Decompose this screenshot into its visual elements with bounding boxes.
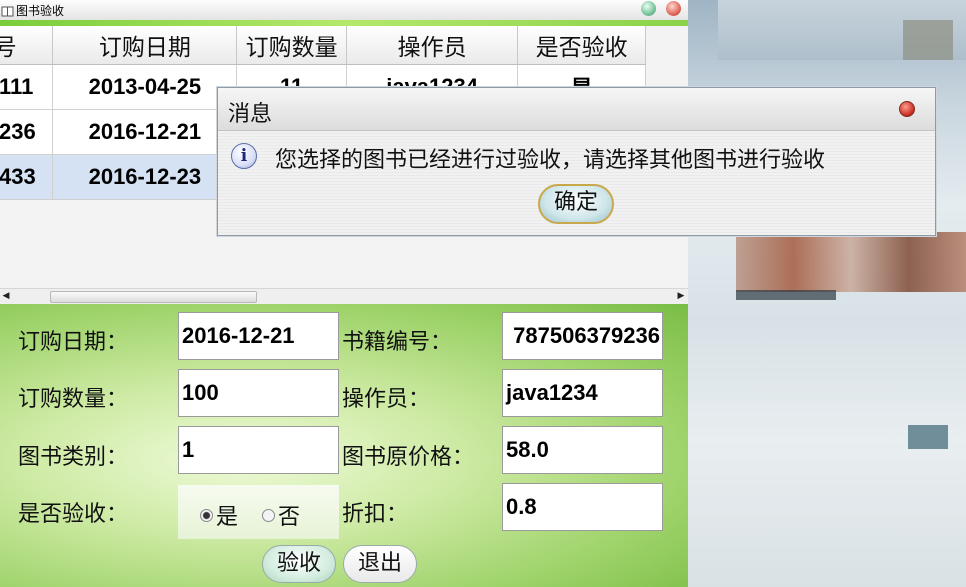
minimize-button[interactable] bbox=[641, 1, 656, 16]
column-header-order-date[interactable]: 订购日期 bbox=[52, 26, 238, 65]
dialog-close-icon[interactable] bbox=[899, 101, 915, 117]
operator-label: 操作员： bbox=[342, 387, 431, 412]
close-button[interactable] bbox=[666, 1, 681, 16]
horizontal-scrollbar[interactable]: ◀ ▶ bbox=[0, 288, 688, 304]
column-header-quantity[interactable]: 订购数量 bbox=[236, 26, 347, 65]
title-bar: 图书验收 bbox=[0, 0, 688, 21]
column-header-operator[interactable]: 操作员 bbox=[346, 26, 519, 65]
radio-no-label: 否 bbox=[278, 505, 301, 530]
exit-button[interactable]: 退出 bbox=[343, 545, 417, 583]
quantity-field[interactable]: 100 bbox=[178, 369, 339, 417]
radio-unselected-icon bbox=[262, 509, 275, 522]
radio-selected-icon bbox=[200, 509, 213, 522]
scroll-left-icon[interactable]: ◀ bbox=[0, 290, 12, 302]
dialog-message: 您选择的图书已经进行过验收，请选择其他图书进行验收 bbox=[275, 148, 826, 173]
column-header-checked[interactable]: 是否验收 bbox=[517, 26, 646, 65]
checked-radio-group: 是 否 bbox=[178, 485, 339, 539]
message-dialog: 消息 i 您选择的图书已经进行过验收，请选择其他图书进行验收 确定 bbox=[217, 87, 936, 236]
discount-label: 折扣： bbox=[342, 502, 409, 527]
discount-field[interactable]: 0.8 bbox=[502, 483, 663, 531]
cell-order-date: 2013-04-25 bbox=[52, 64, 238, 110]
accept-button[interactable]: 验收 bbox=[262, 545, 336, 583]
scrollbar-thumb[interactable] bbox=[50, 291, 257, 303]
book-no-field[interactable]: 787506379236 bbox=[502, 312, 663, 360]
cell-order-date: 2016-12-23 bbox=[52, 154, 238, 200]
cell-number: 11111 bbox=[0, 64, 54, 110]
radio-yes[interactable]: 是 bbox=[200, 499, 238, 531]
radio-no[interactable]: 否 bbox=[262, 499, 300, 531]
price-label: 图书原价格： bbox=[342, 445, 475, 470]
order-date-label: 订购日期： bbox=[18, 330, 129, 355]
window-title: 图书验收 bbox=[16, 4, 65, 18]
radio-yes-label: 是 bbox=[216, 505, 239, 530]
book-no-label: 书籍编号： bbox=[342, 330, 453, 355]
operator-field[interactable]: java1234 bbox=[502, 369, 663, 417]
category-label: 图书类别： bbox=[18, 445, 129, 470]
dialog-body: i 您选择的图书已经进行过验收，请选择其他图书进行验收 确定 bbox=[218, 131, 935, 235]
quantity-label: 订购数量： bbox=[18, 387, 129, 412]
info-icon: i bbox=[231, 143, 257, 169]
order-date-field[interactable]: 2016-12-21 bbox=[178, 312, 339, 360]
app-icon bbox=[1, 3, 14, 17]
checked-label: 是否验收： bbox=[18, 502, 129, 527]
cell-order-date: 2016-12-21 bbox=[52, 109, 238, 155]
ok-button[interactable]: 确定 bbox=[538, 184, 614, 224]
column-header-number[interactable]: 号 bbox=[0, 26, 54, 65]
cell-number: 79236 bbox=[0, 109, 54, 155]
dialog-title: 消息 bbox=[228, 102, 273, 127]
cell-number: 76433 bbox=[0, 154, 54, 200]
dialog-title-bar: 消息 bbox=[218, 88, 935, 131]
scroll-right-icon[interactable]: ▶ bbox=[675, 290, 687, 302]
table-header: 号 订购日期 订购数量 操作员 是否验收 bbox=[0, 26, 646, 65]
price-field[interactable]: 58.0 bbox=[502, 426, 663, 474]
acceptance-form: 订购日期： 2016-12-21 书籍编号： 787506379236 订购数量… bbox=[0, 304, 688, 587]
category-field[interactable]: 1 bbox=[178, 426, 339, 474]
